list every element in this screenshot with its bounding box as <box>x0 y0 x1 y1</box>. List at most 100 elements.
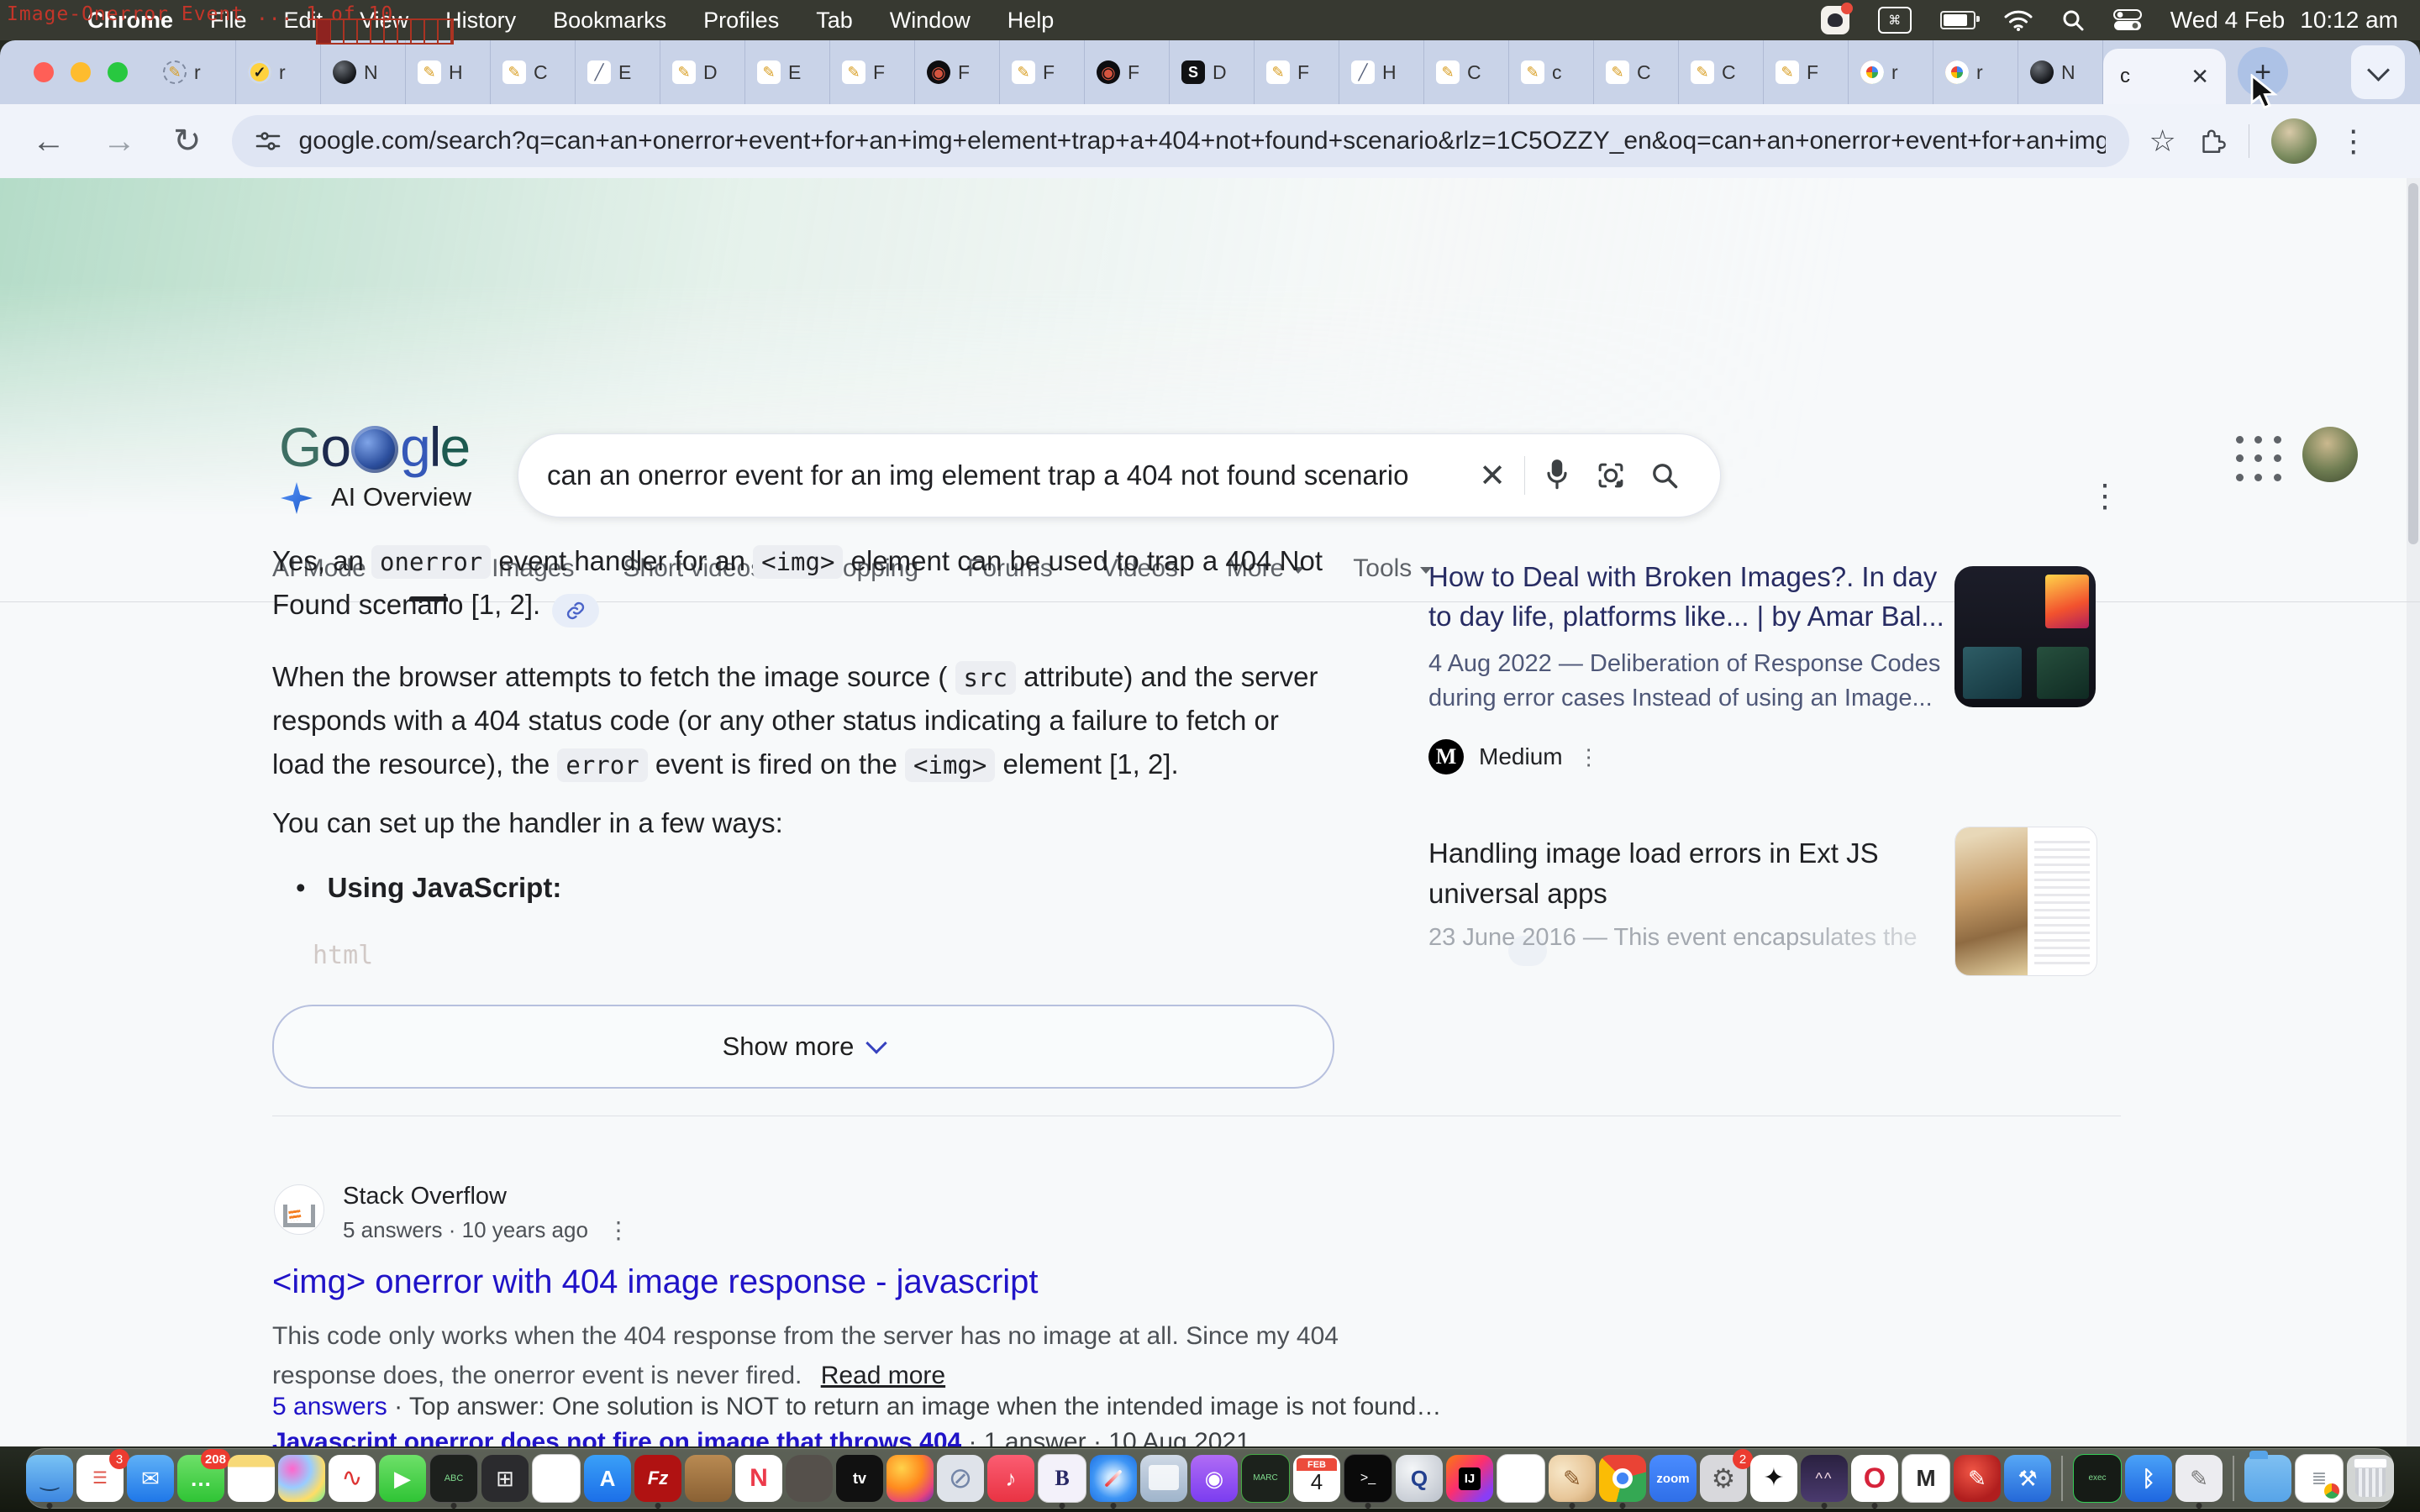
back-button[interactable]: ← <box>32 123 66 160</box>
dock-calculator-icon[interactable]: ⊞ <box>481 1455 529 1502</box>
dock-apple-tv-icon[interactable]: tv <box>836 1455 883 1502</box>
pinned-tab-3[interactable]: N <box>321 40 406 104</box>
dock-chrome-icon[interactable] <box>1599 1455 1646 1502</box>
dock-mail-icon[interactable]: ✉ <box>127 1455 174 1502</box>
dock-xcode-icon[interactable]: ⚒ <box>2004 1455 2051 1502</box>
show-more-button[interactable]: Show more <box>272 1005 1334 1089</box>
dock-settings-icon[interactable]: ⚙2 <box>1700 1455 1747 1502</box>
pinned-tab-20[interactable]: ✎F <box>1764 40 1849 104</box>
dock-filezilla-icon[interactable]: Fz <box>634 1455 681 1502</box>
search-submit-icon[interactable] <box>1638 460 1691 491</box>
dock-notes-icon[interactable] <box>228 1455 275 1502</box>
pinned-tab-18[interactable]: ✎C <box>1594 40 1679 104</box>
dock-firefox-icon[interactable] <box>886 1455 934 1502</box>
scrollbar[interactable] <box>2407 178 2420 1446</box>
menu-bookmarks[interactable]: Bookmarks <box>553 8 666 34</box>
pinned-tab-9[interactable]: ✎F <box>830 40 915 104</box>
menu-tab[interactable]: Tab <box>816 8 853 34</box>
pinned-tab-14[interactable]: ✎F <box>1255 40 1339 104</box>
wifi-icon[interactable] <box>2004 0 2033 40</box>
dock-messages-icon[interactable]: …208 <box>177 1455 224 1502</box>
search-box[interactable]: can an onerror event for an img element … <box>518 433 1721 517</box>
minimize-window-button[interactable] <box>71 62 91 82</box>
battery-icon[interactable] <box>1940 11 1975 29</box>
keyboard-icon[interactable]: ⌘ <box>1878 7 1912 34</box>
menu-history[interactable]: History <box>445 8 516 34</box>
dock-safari-icon[interactable] <box>1090 1455 1137 1502</box>
pinned-tab-1[interactable]: ✎r <box>151 40 236 104</box>
dock-pages-doc-icon[interactable] <box>1497 1454 1545 1503</box>
pinned-tab-22[interactable]: r <box>1933 40 2018 104</box>
notification-app-icon[interactable] <box>1821 6 1849 34</box>
pinned-tab-15[interactable]: ╱H <box>1339 40 1424 104</box>
dock-blocked-app-icon[interactable]: ⊘ <box>937 1455 984 1502</box>
url-text[interactable]: google.com/search?q=can+an+onerror+event… <box>299 127 2106 155</box>
pinned-tab-19[interactable]: ✎C <box>1679 40 1764 104</box>
dock-textedit-icon[interactable] <box>532 1454 581 1503</box>
pinned-tab-21[interactable]: r <box>1849 40 1933 104</box>
forward-button[interactable]: → <box>103 123 136 160</box>
dock-downloads-folder-icon[interactable] <box>2244 1455 2291 1502</box>
extensions-icon[interactable] <box>2198 127 2227 155</box>
result-menu-icon[interactable]: ⋮ <box>607 1216 630 1244</box>
source-card-title[interactable]: Handling image load errors in Ext JS uni… <box>1428 833 1949 914</box>
scrollbar-thumb[interactable] <box>2408 183 2418 544</box>
pinned-tab-23[interactable]: N <box>2018 40 2103 104</box>
dock-facetime-icon[interactable]: ▶ <box>379 1455 426 1502</box>
maximize-window-button[interactable] <box>108 62 128 82</box>
dock-app-store-icon[interactable]: A <box>584 1455 631 1502</box>
dock-quicktime-icon[interactable]: Q <box>1396 1455 1443 1502</box>
dock-podcasts-icon[interactable]: ◉ <box>1191 1455 1238 1502</box>
dock-music-icon[interactable]: ♪ <box>987 1455 1034 1502</box>
dock-iterm-icon[interactable]: >_ <box>1344 1454 1392 1503</box>
pinned-tab-7[interactable]: ✎D <box>660 40 745 104</box>
google-logo[interactable]: Gogle <box>279 415 469 479</box>
control-center-icon[interactable] <box>2113 0 2142 40</box>
lens-search-icon[interactable] <box>1584 460 1638 491</box>
active-tab[interactable]: c ✕ <box>2103 49 2226 104</box>
menu-window[interactable]: Window <box>890 8 971 34</box>
read-more-link[interactable]: Read more <box>821 1362 945 1389</box>
dock-contacts-icon[interactable] <box>685 1455 732 1502</box>
answers-link[interactable]: 5 answers <box>272 1393 387 1420</box>
tab-search-chevron-button[interactable] <box>2351 45 2405 99</box>
ai-overview-menu-icon[interactable]: ⋮ <box>2089 477 2121 515</box>
pinned-tab-13[interactable]: SD <box>1170 40 1255 104</box>
dock-preview-icon[interactable] <box>1140 1455 1187 1502</box>
dock-intellij-icon[interactable]: IJ <box>1446 1455 1493 1502</box>
dock-inkscape-icon[interactable]: ✦ <box>1750 1455 1797 1502</box>
partial-result-link[interactable]: Javascript onerror does not fire on imag… <box>272 1428 961 1446</box>
dock-tooth-app-icon[interactable]: M <box>1902 1454 1950 1503</box>
result-source-name[interactable]: Stack Overflow <box>343 1183 507 1210</box>
voice-search-icon[interactable] <box>1530 459 1584 492</box>
pinned-tab-12[interactable]: ◉F <box>1085 40 1170 104</box>
dock-trash-icon[interactable] <box>2347 1455 2394 1502</box>
source-card-thumbnail[interactable] <box>1954 566 2096 707</box>
source-card-title[interactable]: How to Deal with Broken Images?. In day … <box>1428 558 1966 637</box>
pinned-tab-10[interactable]: ◉F <box>915 40 1000 104</box>
dock-gimp-icon[interactable] <box>786 1455 833 1502</box>
source-name[interactable]: Medium <box>1479 743 1563 770</box>
pinned-tab-4[interactable]: ✎H <box>406 40 491 104</box>
dock-cat-app-icon[interactable]: ^^ <box>1801 1455 1848 1502</box>
site-settings-icon[interactable] <box>255 129 281 154</box>
google-apps-grid-icon[interactable] <box>2233 433 2284 484</box>
dock-terminal-dark-icon[interactable]: ABC <box>429 1454 478 1503</box>
pinned-tab-11[interactable]: ✎F <box>1000 40 1085 104</box>
pinned-tab-16[interactable]: ✎C <box>1424 40 1509 104</box>
dock-gray-pencil-app-icon[interactable]: ✎ <box>2175 1455 2223 1502</box>
tab-tools[interactable]: Tools <box>1353 554 1432 601</box>
pinned-tab-5[interactable]: ✎C <box>491 40 576 104</box>
dock-zoom-icon[interactable]: zoom <box>1649 1455 1697 1502</box>
browser-profile-avatar[interactable] <box>2271 118 2317 164</box>
reload-button[interactable]: ↻ <box>173 122 202 160</box>
dock-finder-icon[interactable]: ‿ <box>26 1455 73 1502</box>
google-account-avatar[interactable] <box>2302 427 2358 482</box>
dock-reminders-icon[interactable]: ☰3 <box>76 1455 124 1502</box>
dock-opera-icon[interactable]: O <box>1851 1455 1898 1502</box>
dock-calendar-icon[interactable]: FEB4 <box>1293 1455 1340 1502</box>
pinned-tab-2[interactable]: ✓r <box>236 40 321 104</box>
clear-search-icon[interactable]: ✕ <box>1465 457 1519 495</box>
close-tab-icon[interactable]: ✕ <box>2191 64 2209 90</box>
dock-terminal-green-icon[interactable]: exec <box>2073 1454 2122 1503</box>
